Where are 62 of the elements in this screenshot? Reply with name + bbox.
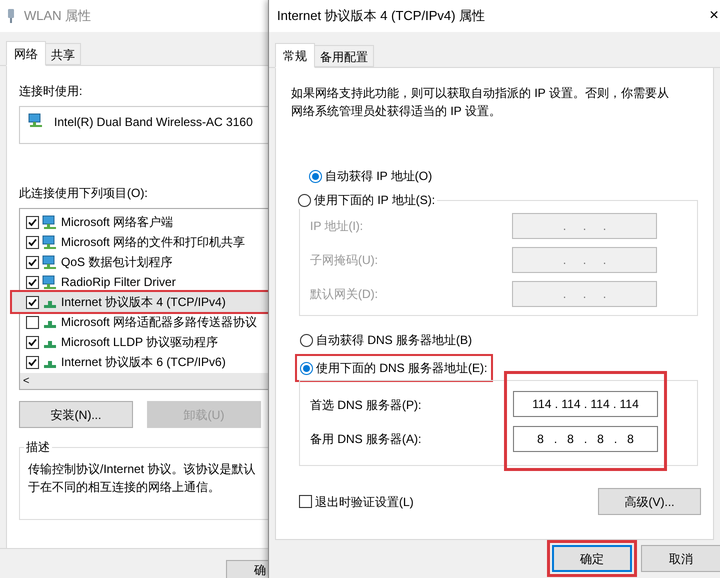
action-button[interactable]: 安装(N)... <box>19 401 133 428</box>
list-item[interactable]: Internet 协议版本 6 (TCP/IPv6) <box>20 352 268 372</box>
ok-button[interactable]: 确 <box>226 560 268 578</box>
field-label: IP 地址(I): <box>310 218 364 235</box>
checkbox[interactable] <box>299 495 312 508</box>
section-label: 此连接使用下列项目(O): <box>19 185 149 202</box>
field-label: 子网掩码(U): <box>310 252 379 269</box>
list-item[interactable]: Microsoft 网络适配器多路传送器协议 <box>20 312 268 332</box>
dialog-button[interactable]: 取消 <box>641 545 720 572</box>
intro-text: 如果网络支持此功能，则可以获取自动指派的 IP 设置。否则，你需要从网络系统管理员处获得适当的 IP 设置。 <box>291 85 670 120</box>
protocol-icon <box>44 340 56 348</box>
radio-option[interactable]: 使用下面的 IP 地址(S): <box>298 191 438 209</box>
advanced-button[interactable]: 高级(V)... <box>598 488 701 515</box>
checkbox[interactable] <box>26 356 39 369</box>
adapter-field: Intel(R) Dual Band Wireless-AC 3160 <box>19 106 268 144</box>
checkbox[interactable] <box>26 236 39 249</box>
section-label: 连接时使用: <box>19 83 84 100</box>
checkbox[interactable] <box>26 256 39 269</box>
validate-option[interactable]: 退出时验证设置(L) <box>299 492 414 510</box>
dialog-title: Internet 协议版本 4 (TCP/IPv4) 属性 <box>277 7 486 26</box>
radio-button[interactable] <box>300 362 313 374</box>
tab[interactable]: 备用配置 <box>315 45 374 67</box>
tab[interactable]: 网络 <box>6 41 46 66</box>
field-label: 备用 DNS 服务器(A): <box>310 431 422 448</box>
checkbox[interactable] <box>26 216 39 229</box>
wireless-adapter-icon <box>6 8 16 24</box>
network-icon <box>42 254 58 270</box>
window-title: WLAN 属性 <box>24 7 92 26</box>
scroll-left-button[interactable]: < <box>20 372 32 389</box>
checkbox[interactable] <box>26 276 39 289</box>
field-label: 默认网关(D): <box>310 286 379 303</box>
protocol-icon <box>44 300 56 308</box>
list-item[interactable]: Microsoft LLDP 协议驱动程序 <box>20 332 268 352</box>
list-item[interactable]: QoS 数据包计划程序 <box>20 252 268 272</box>
list-item[interactable]: Microsoft 网络的文件和打印机共享 <box>20 232 268 252</box>
list-item[interactable]: Internet 协议版本 4 (TCP/IPv4) <box>12 292 268 312</box>
description-text: 传输控制协议/Internet 协议。该协议是默认 于在不同的相互连接的网络上通信。 <box>28 461 256 496</box>
checkbox[interactable] <box>26 296 39 309</box>
ip-address-field[interactable]: 114 . 114 . 114 . 114 <box>513 390 658 416</box>
list-item[interactable]: Microsoft 网络客户端 <box>20 212 268 232</box>
checkbox[interactable] <box>26 336 39 349</box>
protocol-icon <box>44 360 56 368</box>
list-item[interactable]: RadioRip Filter Driver <box>20 272 268 292</box>
network-icon <box>42 274 58 290</box>
tab[interactable]: 共享 <box>46 43 81 65</box>
tab[interactable]: 常规 <box>275 43 315 68</box>
checkbox[interactable] <box>26 316 39 329</box>
radio-button[interactable] <box>309 170 322 182</box>
group-title: 描述 <box>25 439 51 456</box>
horizontal-scrollbar[interactable]: < <box>20 372 268 389</box>
radio-option[interactable]: 使用下面的 DNS 服务器地址(E): <box>297 356 492 380</box>
protocol-icon <box>44 320 56 328</box>
network-icon <box>28 113 44 128</box>
network-icon <box>42 214 58 230</box>
radio-button[interactable] <box>300 334 313 346</box>
radio-option[interactable]: 自动获得 DNS 服务器地址(B) <box>291 328 476 352</box>
radio-button[interactable] <box>298 194 311 206</box>
radio-option[interactable]: 自动获得 IP 地址(O) <box>291 165 698 187</box>
close-button[interactable]: × <box>708 8 720 24</box>
field-label: 首选 DNS 服务器(P): <box>310 397 422 414</box>
ip-address-field[interactable]: 8 . 8 . 8 . 8 <box>513 426 658 452</box>
network-icon <box>42 234 58 250</box>
